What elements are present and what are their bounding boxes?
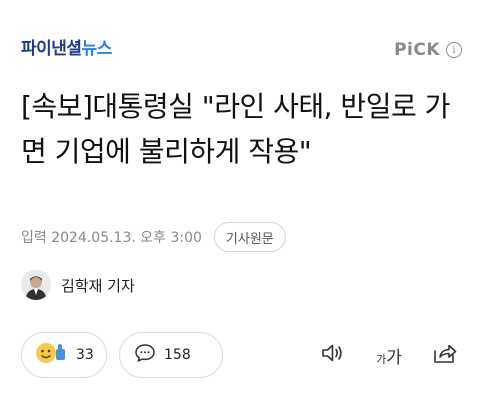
comment-count: 158 bbox=[164, 347, 191, 363]
listen-button[interactable] bbox=[319, 341, 347, 369]
reaction-button[interactable]: 33 bbox=[21, 332, 107, 378]
font-size-big-glyph: 가 bbox=[386, 347, 402, 368]
comment-button[interactable]: 158 bbox=[119, 332, 223, 378]
original-article-button[interactable]: 기사원문 bbox=[213, 222, 286, 252]
reaction-count: 33 bbox=[76, 347, 94, 363]
logo-sub-text: 뉴스 bbox=[81, 39, 113, 59]
speech-bubble-icon bbox=[134, 342, 156, 368]
reporter-info[interactable]: 김학재 기자 bbox=[21, 270, 135, 300]
header: 파이낸셜뉴스 PiCK i bbox=[0, 0, 480, 72]
speaker-icon bbox=[320, 341, 346, 369]
article-title: [속보]대통령실 "라인 사태, 반일로 가면 기업에 불리하게 작용" bbox=[21, 90, 450, 168]
share-button[interactable] bbox=[431, 341, 459, 369]
font-size-button[interactable]: 가가 bbox=[371, 341, 407, 369]
action-bar: 33 158 가가 bbox=[21, 332, 461, 378]
info-icon[interactable]: i bbox=[446, 42, 462, 58]
press-logo[interactable]: 파이낸셜뉴스 bbox=[21, 38, 112, 60]
logo-main-text: 파이낸셜 bbox=[21, 39, 82, 59]
article-meta: 입력 2024.05.13. 오후 3:00 기사원문 bbox=[21, 222, 286, 252]
share-icon bbox=[432, 341, 458, 369]
publish-date: 입력 2024.05.13. 오후 3:00 bbox=[21, 230, 202, 246]
font-size-icon: 가가 bbox=[376, 343, 402, 368]
avatar bbox=[21, 270, 51, 300]
pick-badge[interactable]: PiCK i bbox=[394, 40, 462, 60]
pick-label: PiCK bbox=[394, 40, 440, 60]
font-size-small-glyph: 가 bbox=[376, 352, 387, 366]
avatar-image bbox=[21, 270, 51, 300]
reporter-name: 김학재 기자 bbox=[61, 276, 135, 295]
emoji-reaction-icon bbox=[34, 340, 68, 370]
